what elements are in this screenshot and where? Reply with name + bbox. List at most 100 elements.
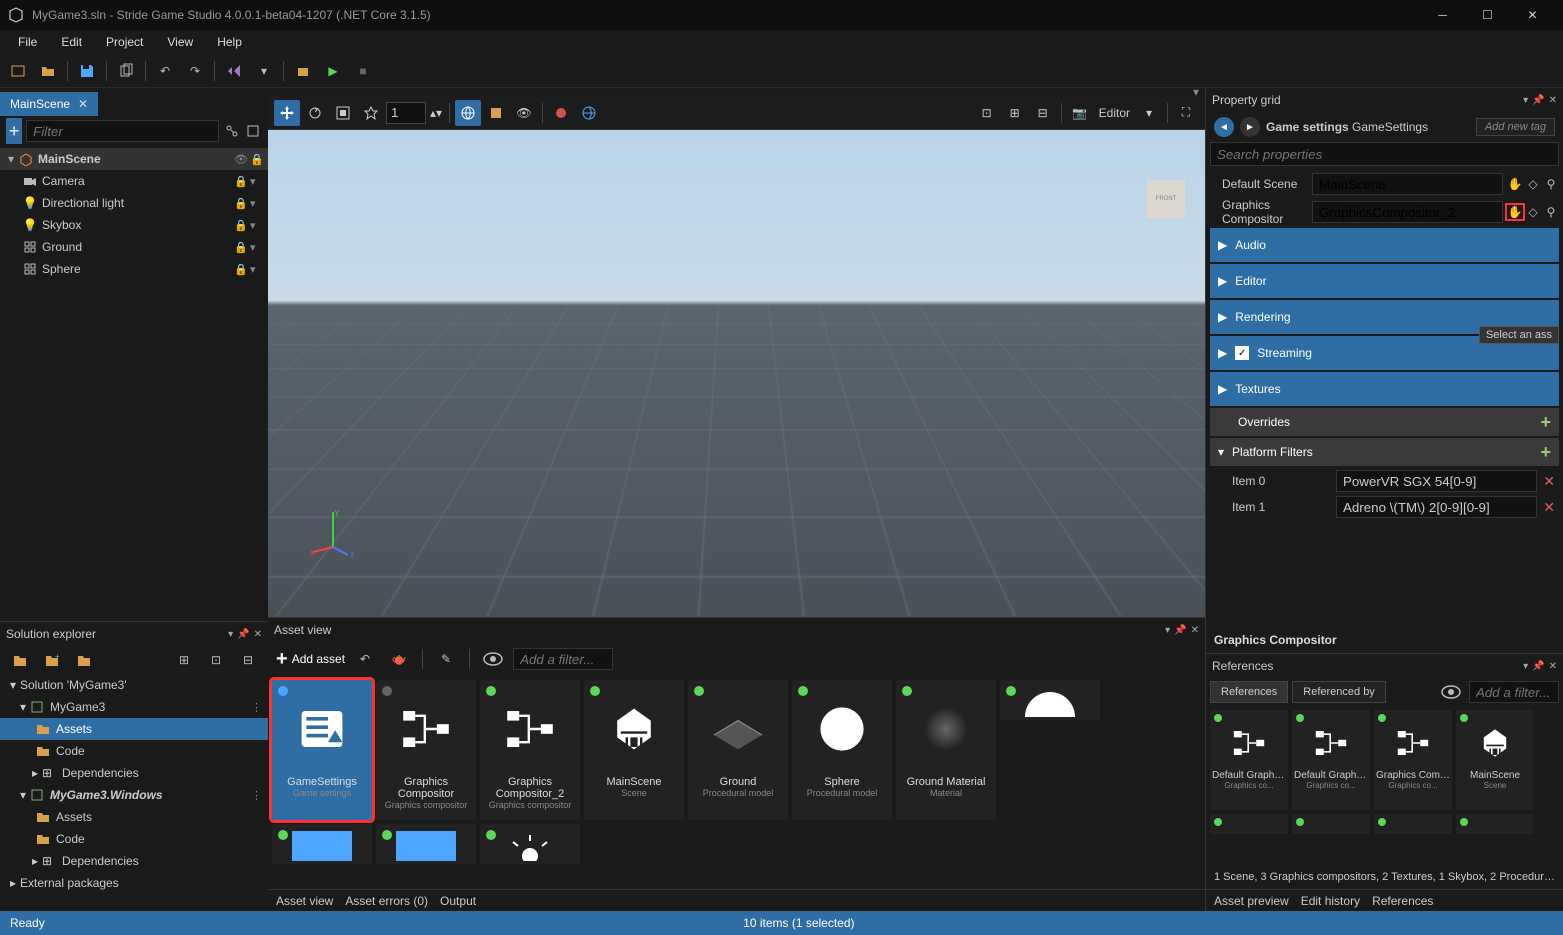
lock-icon[interactable]: 🔒 xyxy=(234,263,248,276)
search-properties-input[interactable] xyxy=(1210,142,1559,166)
redo-icon[interactable]: ↷ xyxy=(181,57,209,85)
ref-card[interactable]: MainScene Scene xyxy=(1456,710,1534,810)
eye-icon[interactable]: 👁 xyxy=(511,100,537,126)
category-editor[interactable]: ▶Editor xyxy=(1210,264,1559,298)
menu-file[interactable]: File xyxy=(6,32,49,52)
undo-icon[interactable]: ↶ xyxy=(151,57,179,85)
eye-icon[interactable]: 👁 xyxy=(234,153,248,166)
menu-edit[interactable]: Edit xyxy=(49,32,94,52)
asset-card-partial[interactable] xyxy=(376,824,476,864)
ref-card[interactable]: Default GraphicsC... Graphics co... xyxy=(1292,710,1370,810)
minimize-button[interactable]: ─ xyxy=(1420,0,1465,30)
asset-preview-tab[interactable]: Asset preview xyxy=(1214,894,1289,908)
assets-folder[interactable]: Assets xyxy=(0,718,268,740)
open-folder-icon[interactable] xyxy=(34,57,62,85)
nav-fwd-icon[interactable]: ► xyxy=(1240,117,1260,137)
panel-menu-icon[interactable]: ▾ xyxy=(1523,661,1528,672)
ref-card-partial[interactable] xyxy=(1210,814,1288,834)
project-row[interactable]: ▾MyGame3⋮ xyxy=(0,696,268,718)
solution-root[interactable]: ▾Solution 'MyGame3' xyxy=(0,674,268,696)
add-tag-input[interactable]: Add new tag xyxy=(1476,118,1555,136)
scale-tool-icon[interactable] xyxy=(330,100,356,126)
editor-dropdown[interactable]: Editor xyxy=(1095,106,1134,120)
build-icon[interactable] xyxy=(289,57,317,85)
category-platform-filters[interactable]: ▾Platform Filters+ xyxy=(1210,438,1559,466)
filter-value-input[interactable] xyxy=(1336,496,1537,518)
sol-tool2-icon[interactable]: ⊡ xyxy=(202,646,230,674)
move-tool-icon[interactable] xyxy=(274,100,300,126)
edit-history-tab[interactable]: Edit history xyxy=(1301,894,1360,908)
assets-folder[interactable]: Assets xyxy=(0,806,268,828)
vp-icon2[interactable]: ⊞ xyxy=(1002,100,1028,126)
menu-project[interactable]: Project xyxy=(94,32,155,52)
panel-menu-icon[interactable]: ▾ xyxy=(228,629,233,640)
snap-value-input[interactable] xyxy=(386,102,426,124)
ref-filter-input[interactable] xyxy=(1469,681,1559,703)
asset-card-graphics-compositor_2[interactable]: Graphics Compositor_2 Graphics composito… xyxy=(480,680,580,820)
hierarchy-item[interactable]: Sphere 🔒▾ xyxy=(0,258,268,280)
default-scene-input[interactable] xyxy=(1312,173,1503,195)
clear-icon[interactable]: ◇ xyxy=(1525,205,1541,219)
asset-card-partial[interactable] xyxy=(272,824,372,864)
ref-eye-icon[interactable] xyxy=(1437,678,1465,706)
nav-back-icon[interactable]: ◄ xyxy=(1214,117,1234,137)
hierarchy-filter-input[interactable] xyxy=(26,120,219,142)
globe2-icon[interactable] xyxy=(576,100,602,126)
asset-card-gamesettings[interactable]: GameSettings Game settings xyxy=(272,680,372,820)
asset-card-partial[interactable] xyxy=(1000,680,1100,720)
asset-card-ground[interactable]: Ground Procedural model xyxy=(688,680,788,820)
add-asset-button[interactable]: +Add asset xyxy=(276,648,345,671)
filter-value-input[interactable] xyxy=(1336,470,1537,492)
sol-tool3-icon[interactable]: ⊟ xyxy=(234,646,262,674)
ref-card[interactable]: Graphics Composit... Graphics co... xyxy=(1374,710,1452,810)
output-tab[interactable]: Output xyxy=(440,894,476,908)
camera-icon[interactable]: 📷 xyxy=(1067,100,1093,126)
add-icon[interactable]: + xyxy=(1540,442,1551,463)
menu-icon[interactable]: ⋮ xyxy=(251,789,262,802)
deps-row[interactable]: ▸⊞Dependencies xyxy=(0,850,268,872)
external-pkgs[interactable]: ▸External packages xyxy=(0,872,268,894)
lock-icon[interactable]: 🔒 xyxy=(234,175,248,188)
references-tab[interactable]: References xyxy=(1210,681,1288,703)
hierarchy-item[interactable]: 💡 Directional light 🔒▾ xyxy=(0,192,268,214)
category-textures[interactable]: ▶Textures xyxy=(1210,372,1559,406)
maximize-button[interactable]: ☐ xyxy=(1465,0,1510,30)
hierarchy-item[interactable]: Camera 🔒▾ xyxy=(0,170,268,192)
asset-eye-icon[interactable] xyxy=(479,645,507,673)
lock-icon[interactable]: 🔒 xyxy=(250,153,264,166)
scene-tab[interactable]: MainScene ✕ xyxy=(0,92,98,116)
hierarchy-item[interactable]: 💡 Skybox 🔒▾ xyxy=(0,214,268,236)
graphics-compositor-input[interactable] xyxy=(1312,201,1503,223)
delete-icon[interactable]: ✕ xyxy=(1543,473,1555,490)
vs-icon[interactable] xyxy=(220,57,248,85)
deps-row[interactable]: ▸⊞Dependencies xyxy=(0,762,268,784)
pin-icon[interactable]: 📌 xyxy=(1174,625,1186,636)
asset-card-graphics-compositor[interactable]: Graphics Compositor Graphics compositor xyxy=(376,680,476,820)
spinner-icon[interactable]: ▴▾ xyxy=(428,100,444,126)
pin-icon[interactable]: 📌 xyxy=(1532,661,1544,672)
delete-icon[interactable]: ✕ xyxy=(1543,499,1555,516)
hierarchy-item[interactable]: Ground 🔒▾ xyxy=(0,236,268,258)
category-overrides[interactable]: Overrides+ xyxy=(1210,408,1559,436)
asset-view-tab[interactable]: Asset view xyxy=(276,894,333,908)
referenced-by-tab[interactable]: Referenced by xyxy=(1292,681,1386,703)
add-icon[interactable]: + xyxy=(1540,412,1551,433)
stop-icon[interactable]: ■ xyxy=(349,57,377,85)
sol-folder-icon[interactable] xyxy=(6,646,34,674)
snap-tool-icon[interactable] xyxy=(358,100,384,126)
hierarchy-tool-icon[interactable] xyxy=(223,117,240,145)
project-row[interactable]: ▾MyGame3.Windows⋮ xyxy=(0,784,268,806)
hand-icon[interactable]: ✋ xyxy=(1507,205,1523,219)
play-icon[interactable]: ▶ xyxy=(319,57,347,85)
hand-icon[interactable]: ✋ xyxy=(1507,177,1523,191)
asset-filter-input[interactable] xyxy=(513,648,613,670)
pin-icon[interactable]: 📌 xyxy=(1532,95,1544,106)
close-icon[interactable]: ✕ xyxy=(1549,95,1557,106)
asset-card-mainscene[interactable]: MainScene Scene xyxy=(584,680,684,820)
clear-icon[interactable]: ◇ xyxy=(1525,177,1541,191)
world-space-icon[interactable] xyxy=(455,100,481,126)
category-audio[interactable]: ▶Audio xyxy=(1210,228,1559,262)
menu-help[interactable]: Help xyxy=(205,32,254,52)
expand-icon[interactable]: ⛶ xyxy=(1173,100,1199,126)
pin-icon[interactable]: 📌 xyxy=(237,629,249,640)
